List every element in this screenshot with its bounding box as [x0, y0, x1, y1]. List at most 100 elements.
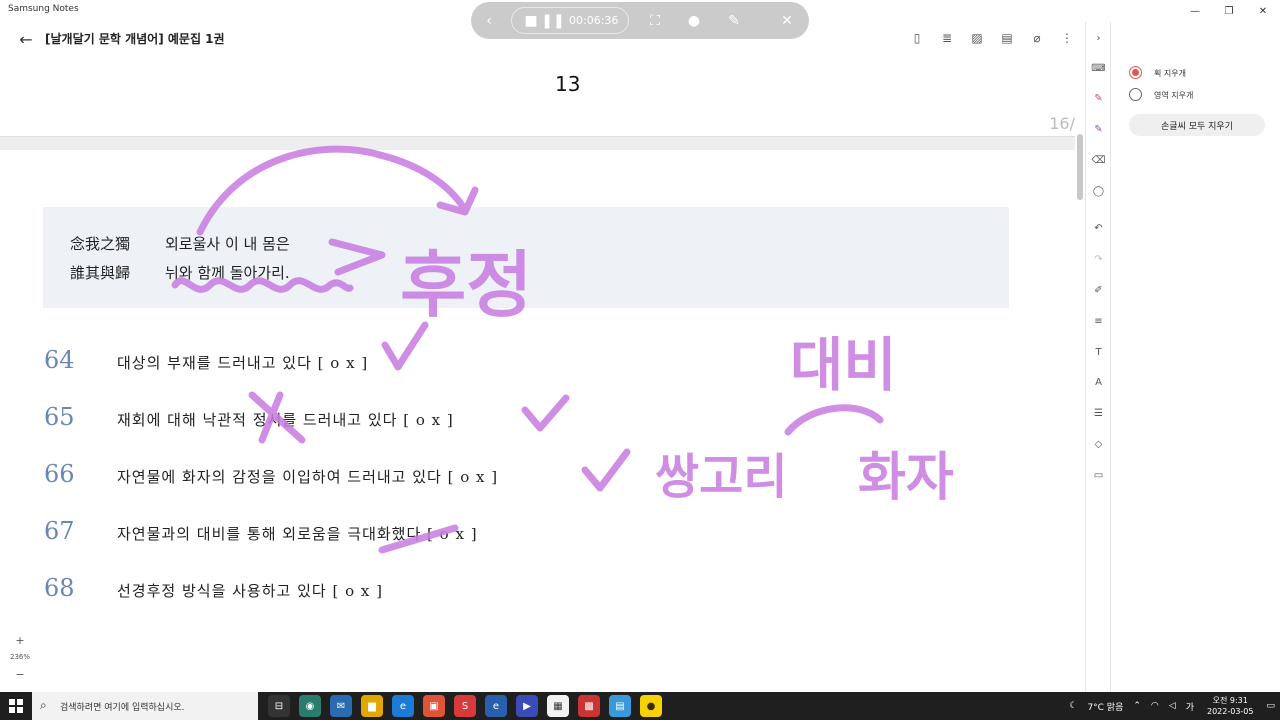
- back-arrow-icon[interactable]: ←: [16, 29, 36, 49]
- stroke-eraser-label: 획 지우개: [1154, 69, 1186, 78]
- file-explorer-icon[interactable]: ▆: [361, 695, 383, 717]
- align-icon[interactable]: ☰: [1090, 405, 1107, 422]
- pen-settings-icon[interactable]: ✐: [1090, 282, 1107, 299]
- image-icon[interactable]: ▨: [967, 28, 987, 48]
- page-icon[interactable]: ▭: [1090, 467, 1107, 484]
- area-eraser-radio[interactable]: [1129, 88, 1142, 101]
- lasso-icon[interactable]: ◯: [1090, 183, 1107, 200]
- clock-date: 2022-03-05: [1206, 707, 1254, 716]
- minimize-button[interactable]: —: [1178, 0, 1212, 22]
- person-icon[interactable]: ●: [684, 11, 704, 31]
- system-tray: ☾ 7°C 맑음 ⌃ ◠ ◁ 가 오전 9:31 2022-03-05 ▭: [1064, 692, 1280, 720]
- current-page: 念我之獨 외로울사 이 내 몸은 誰其與歸 뉘와 함께 돌아가리. 64 대상의…: [0, 150, 1075, 692]
- window-controls: — ❐ ✕: [1178, 0, 1280, 22]
- taskbar-apps: ⊟ ◉ ✉ ▆ e ▣ S e ▶ ▦ ▩ ▤ ●: [268, 695, 662, 717]
- zoom-out-button[interactable]: −: [8, 666, 32, 683]
- stroke-eraser-radio[interactable]: [1129, 66, 1142, 79]
- ime-indicator[interactable]: 가: [1186, 700, 1194, 713]
- stop-icon[interactable]: ■: [521, 11, 541, 31]
- pen-icon[interactable]: ✎: [1090, 90, 1107, 107]
- zoom-in-button[interactable]: +: [8, 632, 32, 649]
- clock-time: 오전 9:31: [1212, 696, 1248, 705]
- pause-icon[interactable]: ❚❚: [541, 11, 564, 31]
- close-button[interactable]: ✕: [1246, 0, 1280, 22]
- draw-icon[interactable]: ✎: [724, 11, 744, 31]
- windows-taskbar: ⌕ 검색하려면 여기에 입력하십시오. ⊟ ◉ ✉ ▆ e ▣ S e ▶ ▦ …: [0, 692, 1280, 720]
- store-icon[interactable]: ▤: [609, 695, 631, 717]
- mail-icon[interactable]: ✉: [330, 695, 352, 717]
- notification-icon[interactable]: ▭: [1266, 701, 1275, 711]
- search-placeholder: 검색하려면 여기에 입력하십시오.: [60, 703, 185, 713]
- calendar-icon[interactable]: ▦: [547, 695, 569, 717]
- zoom-control: + 236% −: [8, 632, 32, 684]
- poem-line-2-korean: 뉘와 함께 돌아가리.: [165, 264, 290, 282]
- template-icon[interactable]: ▤: [997, 28, 1017, 48]
- shape-icon[interactable]: ◇: [1090, 436, 1107, 453]
- tray-expand-icon[interactable]: ⌃: [1133, 701, 1141, 711]
- note-canvas[interactable]: 13 16/ 念我之獨 외로울사 이 내 몸은 誰其與歸 뉘와 함께 돌아가리.…: [0, 56, 1075, 692]
- search-icon: ⌕: [40, 698, 47, 712]
- scrollbar-thumb[interactable]: [1077, 134, 1083, 200]
- taskbar-search[interactable]: ⌕ 검색하려면 여기에 입력하십시오.: [32, 692, 258, 720]
- page-gap: [0, 136, 1075, 150]
- speaker-icon[interactable]: ◁: [1169, 701, 1176, 711]
- poem-box: 念我之獨 외로울사 이 내 몸은 誰其與歸 뉘와 함께 돌아가리.: [43, 207, 1009, 308]
- area-eraser-label: 영역 지우개: [1154, 91, 1194, 100]
- edge-icon[interactable]: e: [392, 695, 414, 717]
- collapse-panel-icon[interactable]: ›: [1090, 30, 1107, 47]
- poem-line-1-korean: 외로울사 이 내 몸은: [165, 235, 290, 253]
- internet-explorer-icon[interactable]: e: [485, 695, 507, 717]
- toolbar-icons: ▯ ≣ ▨ ▤ ⌀ ⋮: [907, 28, 1077, 48]
- question-number: 67: [44, 517, 75, 545]
- text-tool-icon[interactable]: T: [1090, 344, 1107, 361]
- book-view-icon[interactable]: ▯: [907, 28, 927, 48]
- font-icon[interactable]: A: [1090, 374, 1107, 391]
- screen-recorder-bar: ‹ ■ ❚❚ 00:06:36 ⛶ ● ✎ ✕: [471, 2, 809, 39]
- attach-icon[interactable]: ⌀: [1027, 28, 1047, 48]
- poem-line-2-hanja: 誰其與歸: [70, 264, 131, 282]
- app-s-icon[interactable]: S: [454, 695, 476, 717]
- text-mode-icon[interactable]: ≣: [937, 28, 957, 48]
- page-counter: 16/: [1049, 114, 1075, 133]
- samsung-notes-app: Samsung Notes — ❐ ✕ ← [날개달기 문학 개념어] 예문집 …: [0, 0, 1280, 692]
- weather-moon-icon: ☾: [1069, 701, 1078, 711]
- network-icon[interactable]: ◠: [1151, 701, 1159, 711]
- redo-icon[interactable]: ↷: [1090, 251, 1107, 268]
- screenshot-icon[interactable]: ⛶: [645, 11, 665, 31]
- eraser-options-panel: 획 지우개 영역 지우개 손글씨 모두 지우기: [1110, 22, 1280, 692]
- zoom-level: 236%: [9, 653, 30, 661]
- zoom-app-icon[interactable]: ▶: [516, 695, 538, 717]
- clear-all-handwriting-button[interactable]: 손글씨 모두 지우기: [1129, 114, 1265, 136]
- previous-page: 13 16/: [0, 56, 1075, 136]
- question-text: 대상의 부재를 드러내고 있다 [ o x ]: [117, 354, 369, 372]
- weather-text[interactable]: 7°C 맑음: [1087, 700, 1123, 713]
- undo-icon[interactable]: ↶: [1090, 220, 1107, 237]
- maximize-button[interactable]: ❐: [1212, 0, 1246, 22]
- close-recorder-icon[interactable]: ✕: [777, 11, 797, 31]
- question-number: 64: [44, 346, 75, 374]
- pen-tool-strip: › ⌨ ✎ ✎ ⌫ ◯ ↶ ↷ ✐ ≡ T A ☰ ◇ ▭: [1085, 22, 1110, 692]
- recording-time: 00:06:36: [569, 14, 619, 27]
- task-view-icon[interactable]: ⊟: [268, 695, 290, 717]
- highlighter-icon[interactable]: ✎: [1090, 121, 1107, 138]
- windows-start-icon[interactable]: [0, 692, 32, 720]
- note-title: [날개달기 문학 개념어] 예문집 1권: [45, 32, 225, 46]
- app-name: Samsung Notes: [8, 4, 79, 14]
- question-number: 68: [44, 574, 75, 602]
- taskbar-clock[interactable]: 오전 9:31 2022-03-05: [1207, 695, 1254, 717]
- question-text: 자연물과의 대비를 통해 외로움을 극대화했다 [ o x ]: [117, 525, 478, 543]
- chevron-left-icon[interactable]: ‹: [479, 11, 499, 31]
- vertical-scrollbar[interactable]: [1075, 56, 1085, 692]
- eraser-icon[interactable]: ⌫: [1090, 152, 1107, 169]
- search-app-icon[interactable]: ◉: [299, 695, 321, 717]
- office-app-icon[interactable]: ▩: [578, 695, 600, 717]
- question-number: 65: [44, 403, 75, 431]
- samsung-notes-icon[interactable]: ▣: [423, 695, 445, 717]
- question-number: 66: [44, 460, 75, 488]
- more-options-icon[interactable]: ⋮: [1057, 28, 1077, 48]
- question-text: 선경후정 방식을 사용하고 있다 [ o x ]: [117, 582, 383, 600]
- kakaotalk-icon[interactable]: ●: [640, 695, 662, 717]
- keyboard-icon[interactable]: ⌨: [1090, 60, 1107, 77]
- page-number: 13: [555, 72, 581, 96]
- line-tool-icon[interactable]: ≡: [1090, 313, 1107, 330]
